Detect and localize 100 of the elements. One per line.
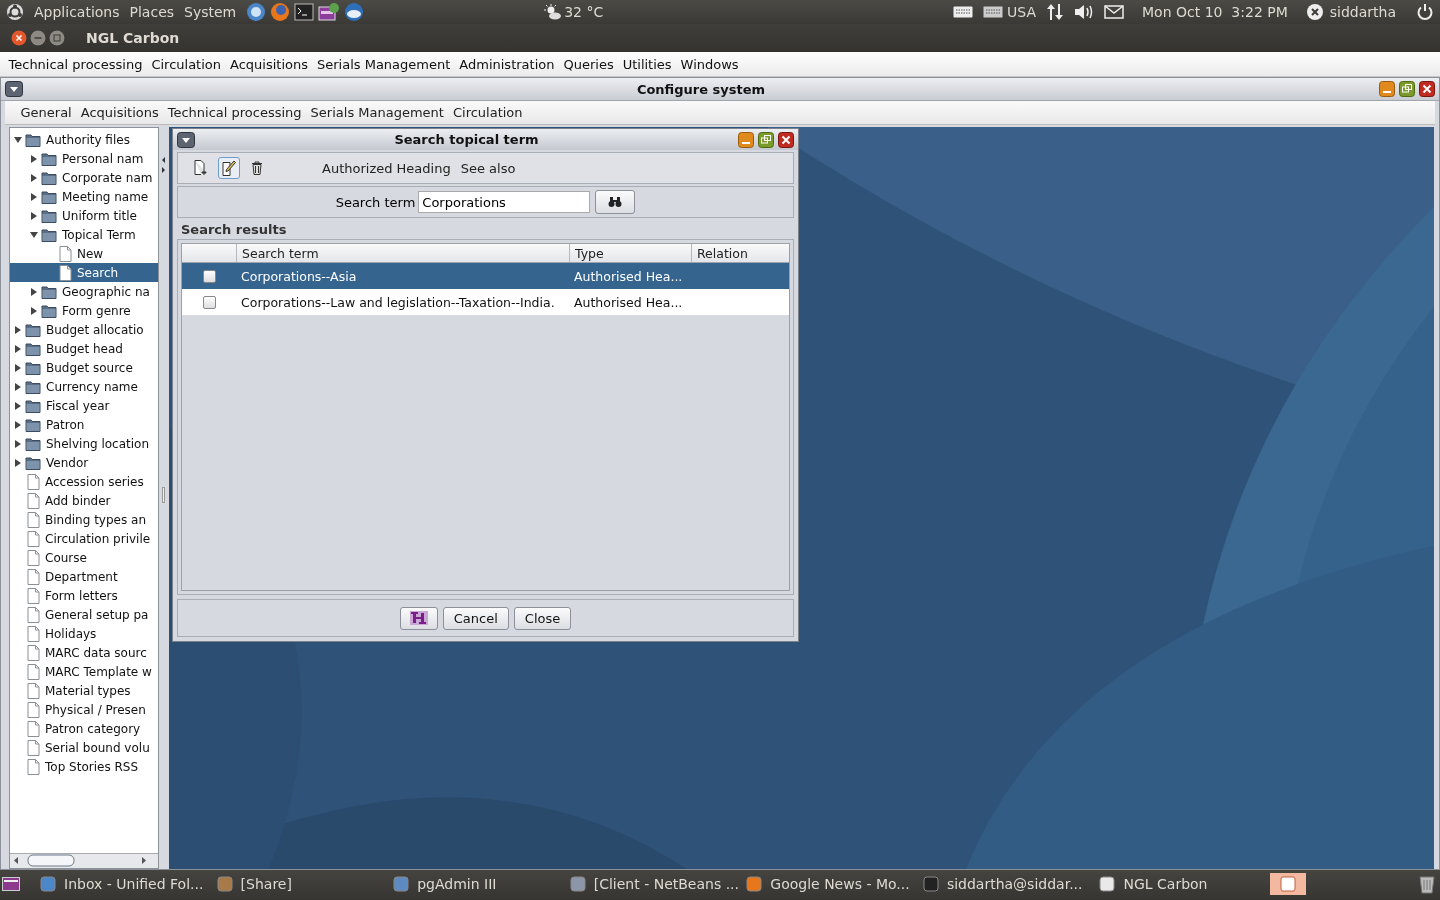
user-name[interactable]: siddartha — [1329, 4, 1396, 20]
menu-item[interactable]: Acquisitions — [76, 105, 164, 120]
tree-item[interactable]: Vendor — [10, 453, 158, 472]
tree-item[interactable]: Budget source — [10, 358, 158, 377]
expander-icon[interactable] — [14, 439, 22, 448]
tree-item[interactable]: Holidays — [10, 624, 158, 643]
expander-icon[interactable] — [30, 287, 38, 296]
logo-icon[interactable] — [6, 3, 24, 21]
panel-menu[interactable]: Places — [129, 4, 175, 20]
close-icon[interactable] — [11, 30, 27, 46]
tree-item[interactable]: Shelving location — [10, 434, 158, 453]
taskbar-item[interactable]: siddartha@siddar... — [916, 873, 1094, 895]
tree-item[interactable]: Patron category — [10, 719, 158, 738]
tree-item[interactable]: Currency name — [10, 377, 158, 396]
taskbar-item[interactable]: [Client - NetBeans ... — [563, 873, 741, 895]
app-icon[interactable] — [1270, 873, 1307, 895]
weather-icon[interactable] — [544, 4, 563, 20]
expander-icon[interactable] — [14, 325, 22, 334]
column-header[interactable]: Search term — [236, 244, 569, 262]
tree-item[interactable]: Patron — [10, 415, 158, 434]
tree-item[interactable]: Accession series — [10, 472, 158, 491]
keyboard-icon[interactable] — [953, 6, 974, 18]
tree-item[interactable]: Uniform title — [10, 206, 158, 225]
close-icon[interactable] — [1419, 81, 1435, 97]
table-row[interactable]: Corporations--Law and legislation--Taxation--India. Authorised Hea... — [182, 289, 789, 315]
column-header[interactable]: Type — [569, 244, 691, 262]
terminal-icon[interactable] — [294, 3, 315, 21]
tree-item[interactable]: Department — [10, 567, 158, 586]
expander-icon[interactable] — [30, 306, 38, 315]
minimize-icon[interactable] — [30, 30, 46, 46]
tree-item[interactable]: Course — [10, 548, 158, 567]
panel-menu[interactable]: System — [184, 4, 237, 20]
tree-item[interactable]: Budget allocatio — [10, 320, 158, 339]
expander-icon[interactable] — [14, 458, 22, 467]
taskbar-item[interactable]: [Share] — [210, 873, 388, 895]
tree-item[interactable]: Form letters — [10, 586, 158, 605]
menu-item[interactable]: General — [16, 105, 77, 120]
expander-icon[interactable] — [14, 135, 22, 144]
tree-item[interactable]: Meeting name — [10, 187, 158, 206]
heading-button[interactable] — [399, 606, 438, 630]
tree-item[interactable]: Topical Term — [10, 225, 158, 244]
expander-icon[interactable] — [14, 401, 22, 410]
clock[interactable]: Mon Oct 10 3:22 PM — [1142, 4, 1288, 20]
tree-item[interactable]: Form genre — [10, 301, 158, 320]
tree-item[interactable]: MARC Template w — [10, 662, 158, 681]
tree-item[interactable]: Search — [10, 263, 158, 282]
tree-item[interactable]: Personal nam — [10, 149, 158, 168]
window-icon[interactable] — [318, 2, 341, 22]
menu-item[interactable]: Administration — [454, 56, 559, 72]
tree-item[interactable]: Serial bound volu — [10, 738, 158, 757]
tree-item[interactable]: Circulation privile — [10, 529, 158, 548]
tree-item[interactable]: Authority files — [10, 130, 158, 149]
expander-icon[interactable] — [30, 173, 38, 182]
tree-item[interactable]: Corporate nam — [10, 168, 158, 187]
column-header[interactable]: Relation — [691, 244, 789, 262]
panel-menu[interactable]: Applications — [34, 4, 120, 20]
menu-item[interactable]: Utilities — [618, 56, 677, 72]
envelope-icon[interactable] — [1104, 5, 1124, 19]
expander-icon[interactable] — [30, 192, 38, 201]
expander-icon[interactable] — [14, 420, 22, 429]
menu-item[interactable]: Technical processing — [163, 105, 307, 120]
search-field[interactable]: Corporations — [418, 191, 591, 213]
search-button[interactable] — [595, 190, 636, 214]
toolbar-tab[interactable]: See also — [458, 160, 518, 176]
tree-item[interactable]: Geographic na — [10, 282, 158, 301]
taskbar-item[interactable]: pgAdmin III — [387, 873, 564, 895]
tree-item[interactable]: Binding types an — [10, 510, 158, 529]
browser-icon[interactable] — [246, 2, 267, 22]
power-icon[interactable] — [1416, 3, 1434, 21]
taskbar-item[interactable]: Google News - Mo... — [740, 873, 917, 895]
desktop-icon[interactable] — [2, 877, 20, 891]
network-icon[interactable] — [1046, 3, 1064, 21]
speaker-icon[interactable] — [1074, 4, 1094, 20]
user-status-icon[interactable] — [1305, 3, 1324, 21]
tree-item[interactable]: New — [10, 244, 158, 263]
restore-icon[interactable] — [758, 131, 774, 148]
window-menu-icon[interactable] — [177, 131, 195, 148]
window-menu-icon[interactable] — [5, 81, 23, 97]
maximize-icon[interactable] — [49, 30, 65, 46]
close-icon[interactable] — [778, 131, 794, 148]
keyboard-icon[interactable] — [983, 6, 1004, 18]
checkbox[interactable] — [202, 269, 216, 283]
expander-icon[interactable] — [14, 363, 22, 372]
taskbar-item[interactable]: NGL Carbon — [1093, 873, 1271, 895]
splitter-arrows-icon[interactable] — [161, 155, 166, 175]
tree-item[interactable]: Budget head — [10, 339, 158, 358]
menu-item[interactable]: Serials Management — [312, 56, 455, 72]
expander-icon[interactable] — [14, 344, 22, 353]
menu-item[interactable]: Queries — [558, 56, 619, 72]
tree-item[interactable]: MARC data sourc — [10, 643, 158, 662]
expander-icon[interactable] — [30, 211, 38, 220]
trash-icon[interactable] — [1418, 874, 1437, 894]
table-row[interactable]: Corporations--Asia Authorised Hea... — [182, 263, 789, 289]
checkbox[interactable] — [202, 295, 216, 309]
taskbar-item[interactable]: Inbox - Unified Fol... — [34, 873, 211, 895]
expander-icon[interactable] — [30, 154, 38, 163]
minimize-icon[interactable] — [1379, 81, 1395, 97]
scrollbar[interactable] — [10, 853, 158, 868]
edit-button[interactable] — [218, 157, 240, 179]
tree-item[interactable]: Physical / Presen — [10, 700, 158, 719]
